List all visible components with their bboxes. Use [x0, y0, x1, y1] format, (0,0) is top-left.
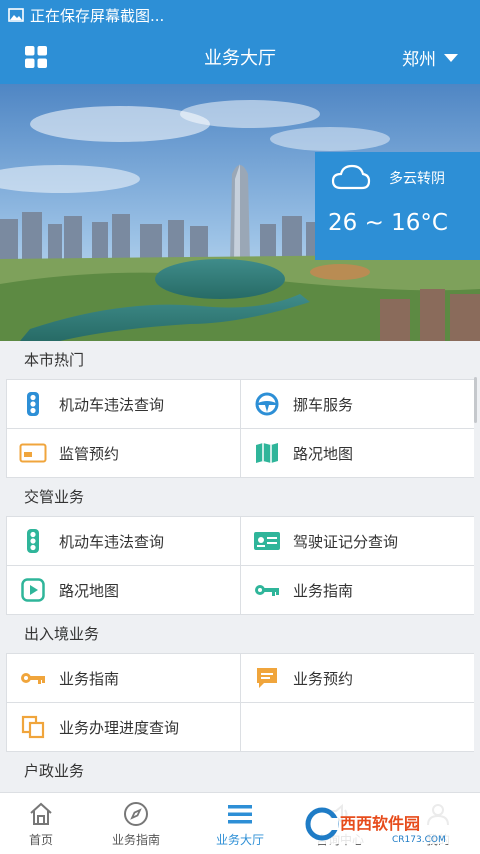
key-icon	[19, 664, 47, 692]
city-label: 郑州	[402, 50, 436, 70]
tab-label: 首页	[28, 833, 53, 847]
service-move-car[interactable]: 挪车服务	[241, 380, 474, 428]
service-label: 机动车违法查询	[59, 395, 165, 414]
compass-icon	[124, 802, 148, 826]
temperature-range: 26 ~ 16°C	[328, 210, 448, 236]
section-title-household: 户政业务	[24, 762, 85, 780]
cloud-icon	[331, 164, 371, 190]
service-vehicle-violation-query[interactable]: 机动车违法查询	[7, 380, 240, 428]
image-icon	[8, 8, 24, 22]
city-selector[interactable]: 郑州	[402, 45, 458, 70]
dropdown-arrow-icon	[444, 53, 458, 62]
tab-label: 业务大厅	[215, 833, 264, 847]
watermark-brand: 西西软件园	[340, 814, 420, 833]
section-title-hot: 本市热门	[24, 351, 85, 369]
watermark-site: CR173.COM	[392, 835, 446, 845]
service-appointment[interactable]: 业务预约	[241, 654, 474, 702]
service-traffic-map[interactable]: 路况地图	[7, 566, 240, 614]
play-icon	[19, 576, 47, 604]
empty-cell	[241, 703, 474, 751]
section-title-exit-entry: 出入境业务	[24, 625, 100, 643]
service-guide[interactable]: 业务指南	[241, 566, 474, 614]
service-vehicle-violation-query[interactable]: 机动车违法查询	[7, 517, 240, 565]
card-icon	[19, 439, 47, 467]
service-label: 路况地图	[293, 444, 354, 463]
service-label: 驾驶证记分查询	[293, 532, 399, 551]
message-icon	[253, 664, 281, 692]
key-icon	[253, 576, 281, 604]
tab-guide[interactable]: 业务指南	[86, 793, 186, 854]
service-label: 挪车服务	[293, 395, 354, 414]
service-list[interactable]: 本市热门 机动车违法查询 挪车服务 监管预约 路况地图 交管业务 机动车违法查询…	[0, 341, 480, 792]
map-icon	[253, 439, 281, 467]
traffic-light-icon	[19, 390, 47, 418]
traffic-light-icon	[19, 527, 47, 555]
status-text: 正在保存屏幕截图...	[30, 6, 165, 25]
home-icon	[30, 802, 52, 825]
service-label: 路况地图	[59, 581, 120, 600]
service-progress-query[interactable]: 业务办理进度查询	[7, 703, 240, 751]
scrollbar[interactable]	[474, 377, 477, 423]
menu-icon	[228, 805, 252, 824]
service-label: 机动车违法查询	[59, 532, 165, 551]
tab-label: 业务指南	[111, 833, 160, 847]
section-grid-hot: 机动车违法查询 挪车服务 监管预约 路况地图	[6, 379, 474, 478]
service-label: 业务指南	[293, 581, 354, 600]
service-supervision-appointment[interactable]: 监管预约	[7, 429, 240, 477]
watermark-logo: 西西软件园 CR173.COM	[302, 804, 466, 845]
service-label: 监管预约	[59, 444, 120, 463]
section-title-traffic: 交管业务	[24, 488, 85, 506]
copy-icon	[19, 713, 47, 741]
section-grid-traffic: 机动车违法查询 驾驶证记分查询 路况地图 业务指南	[6, 516, 474, 615]
status-bar: 正在保存屏幕截图...	[0, 0, 480, 30]
service-license-points-query[interactable]: 驾驶证记分查询	[241, 517, 474, 565]
service-label: 业务预约	[293, 669, 354, 688]
tab-business-hall[interactable]: 业务大厅	[190, 793, 290, 854]
license-icon	[253, 527, 281, 555]
service-guide[interactable]: 业务指南	[7, 654, 240, 702]
weather-card: 多云转阴 26 ~ 16°C	[315, 152, 480, 260]
app-header: 业务大厅 郑州	[0, 30, 480, 84]
service-label: 业务办理进度查询	[59, 718, 180, 737]
weather-description: 多云转阴	[389, 171, 445, 187]
tab-home[interactable]: 首页	[0, 793, 91, 854]
steering-wheel-icon	[253, 390, 281, 418]
section-grid-exit-entry: 业务指南 业务预约 业务办理进度查询	[6, 653, 474, 752]
service-label: 业务指南	[59, 669, 120, 688]
service-traffic-map[interactable]: 路况地图	[241, 429, 474, 477]
